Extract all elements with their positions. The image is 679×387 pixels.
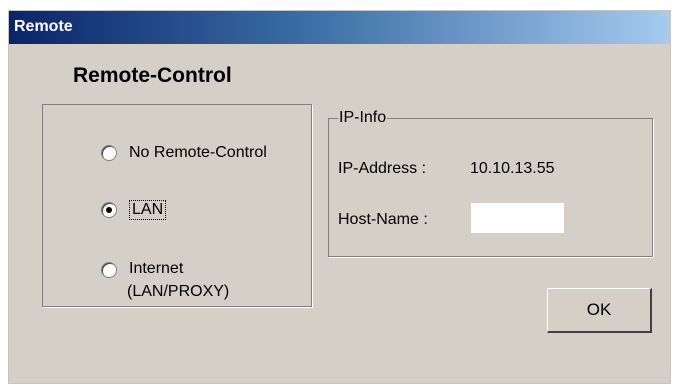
radio-no-remote-indicator[interactable]: [101, 145, 117, 161]
ip-address-value: 10.10.13.55: [470, 160, 555, 177]
host-name-input[interactable]: [471, 203, 564, 233]
ip-info-legend: IP-Info: [338, 109, 388, 127]
radio-internet-indicator[interactable]: [101, 262, 117, 278]
radio-lan-label: LAN: [129, 200, 167, 220]
radio-internet[interactable]: Internet (LAN/PROXY): [101, 260, 229, 301]
remote-dialog: Remote Remote-Control No Remote-Control …: [8, 10, 671, 384]
section-heading: Remote-Control: [73, 64, 232, 87]
radio-lan-indicator[interactable]: [101, 202, 117, 218]
window-title: Remote: [14, 18, 73, 35]
ok-button[interactable]: OK: [547, 288, 652, 333]
host-name-label: Host-Name :: [338, 211, 428, 228]
radio-internet-label: Internet (LAN/PROXY): [127, 260, 230, 301]
ip-info-group: IP-Info IP-Address : 10.10.13.55 Host-Na…: [328, 109, 653, 257]
radio-internet-label-line2: (LAN/PROXY): [127, 283, 230, 300]
remote-mode-group: No Remote-Control LAN Internet (LAN/PROX…: [42, 104, 312, 307]
radio-no-remote-label: No Remote-Control: [129, 144, 267, 161]
radio-lan[interactable]: LAN: [101, 200, 167, 220]
title-bar[interactable]: Remote: [9, 11, 670, 44]
radio-no-remote[interactable]: No Remote-Control: [101, 144, 267, 162]
ip-address-label: IP-Address :: [338, 160, 427, 177]
radio-internet-label-line1: Internet: [129, 260, 184, 277]
